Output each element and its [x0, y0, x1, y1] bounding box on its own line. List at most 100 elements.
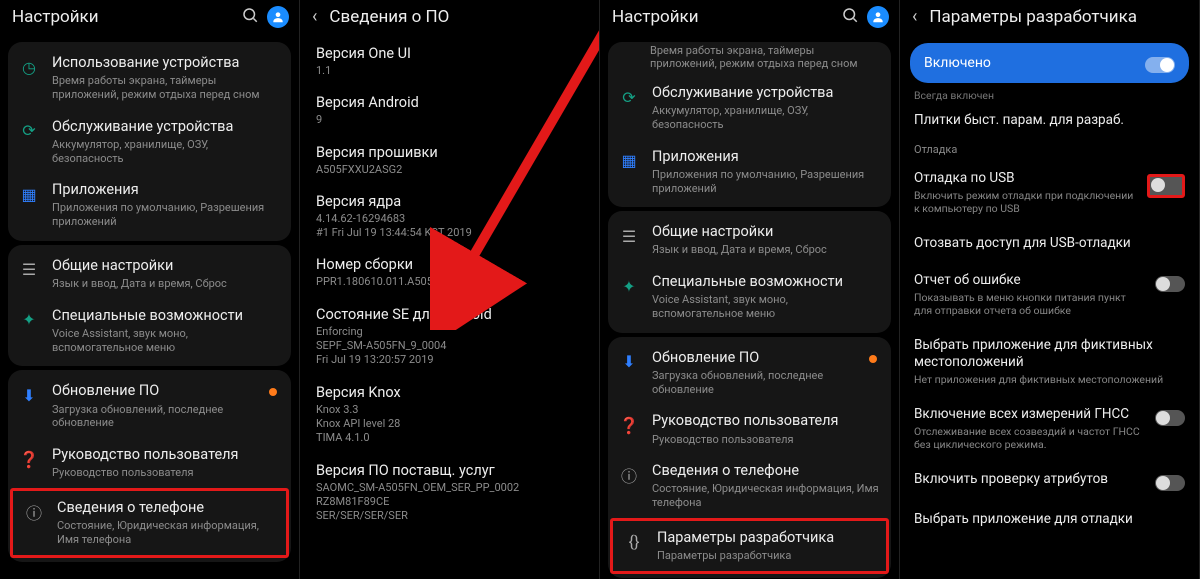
row-user-manual[interactable]: ❓ Руководство пользователя Руководство п…	[8, 438, 291, 488]
panel-settings-1: Настройки ◷ Использование устройства Вре…	[0, 0, 300, 579]
row-title: Специальные возможности	[652, 273, 881, 291]
row-android-version[interactable]: Версия Android 9	[300, 86, 599, 135]
cut-text: Всегда включен	[900, 89, 1199, 102]
row-title: Включить проверку атрибутов	[914, 471, 1145, 488]
row-about-phone[interactable]: ⓘ Сведения о телефоне Состояние, Юридиче…	[608, 454, 891, 518]
row-title: Версия ядра	[316, 193, 583, 210]
row-se-android[interactable]: Состояние SE для Android Enforcing SEPF_…	[300, 298, 599, 376]
section-debug-label: Отладка	[900, 139, 1199, 160]
row-title: Номер сборки	[316, 256, 583, 273]
search-icon[interactable]	[841, 6, 859, 28]
row-sub: Руководство пользователя	[652, 433, 839, 447]
row-usb-debugging[interactable]: Отладка по USB Включить режим отладки пр…	[900, 160, 1199, 225]
row-sub: Руководство пользователя	[52, 466, 239, 480]
row-about-phone[interactable]: ⓘ Сведения о телефоне Состояние, Юридиче…	[10, 488, 289, 558]
row-accessibility[interactable]: ✦ Специальные возможности Voice Assistan…	[8, 299, 291, 363]
row-mock-location-app[interactable]: Выбрать приложение для фиктивных местопо…	[900, 327, 1199, 396]
row-title: Обновление ПО	[52, 382, 281, 400]
row-bug-report[interactable]: Отчет об ошибке Показывать в меню кнопки…	[900, 262, 1199, 327]
row-sub: SAOMC_SM-A505FN_OEM_SER_PP_0002 RZ8M81F8…	[316, 481, 583, 524]
row-title: Сведения о телефоне	[652, 462, 881, 480]
dev-icon: {}	[623, 531, 645, 553]
back-icon[interactable]: ‹	[312, 6, 321, 27]
row-kernel-version[interactable]: Версия ядра 4.14.62-16294683 #1 Fri Jul …	[300, 185, 599, 249]
update-badge-icon	[869, 355, 877, 363]
cut-sub: Время работы экрана, таймеры приложений,…	[608, 44, 891, 76]
row-sub: Приложения по умолчанию, Разрешения прил…	[52, 201, 281, 229]
row-title: Версия прошивки	[316, 144, 583, 161]
row-sub: Загрузка обновлений, последнее обновлени…	[652, 369, 881, 397]
row-general[interactable]: ☰ Общие настройки Язык и ввод, Дата и вр…	[8, 249, 291, 299]
profile-avatar[interactable]	[867, 6, 889, 28]
row-developer-enabled[interactable]: Включено	[910, 43, 1189, 83]
row-title: Состояние SE для Android	[316, 306, 583, 323]
page-title: Настройки	[12, 7, 233, 27]
row-sub: Состояние, Юридическая информация, Имя т…	[652, 482, 881, 510]
row-accessibility[interactable]: ✦ Специальные возможности Voice Assistan…	[608, 265, 891, 329]
row-title: Общие настройки	[52, 257, 227, 275]
row-sub: Нет приложения для фиктивных местоположе…	[914, 373, 1185, 386]
row-title: Отозвать доступ для USB-отладки	[914, 235, 1185, 252]
book-icon: ❓	[618, 414, 640, 436]
row-sp-version[interactable]: Версия ПО поставщ. услуг SAOMC_SM-A505FN…	[300, 454, 599, 532]
row-title: Специальные возможности	[52, 307, 281, 325]
row-quick-tiles[interactable]: Плитки быст. парам. для разраб.	[900, 102, 1199, 139]
panel-developer-options: ‹ Параметры разработчика Включено Всегда…	[900, 0, 1200, 579]
row-sub: Включить режим отладки при подключении к…	[914, 189, 1137, 215]
row-sub: A505FXXU2ASG2	[316, 163, 583, 177]
apps-icon: ▦	[618, 150, 640, 172]
row-sub: Приложения по умолчанию, Разрешения прил…	[652, 168, 881, 196]
row-build-number[interactable]: Номер сборки PPR1.180610.011.A505FNPUU2A…	[300, 248, 599, 297]
row-sub: Voice Assistant, звук моно, вспомогатель…	[652, 293, 881, 321]
row-sub: Enforcing SEPF_SM-A505FN_9_0004 Fri Jul …	[316, 325, 583, 368]
toggle-gnss[interactable]	[1155, 410, 1185, 426]
row-sub: 9	[316, 113, 583, 127]
row-sub: Язык и ввод, Дата и время, Сброс	[52, 277, 227, 291]
row-gnss-measurements[interactable]: Включение всех измерений ГНСС Отслеживан…	[900, 396, 1199, 461]
toggle-developer-enabled[interactable]	[1145, 57, 1175, 73]
row-developer-options[interactable]: {} Параметры разработчика Параметры разр…	[610, 518, 889, 574]
row-title: Обновление ПО	[652, 349, 881, 367]
header: ‹ Сведения о ПО	[300, 0, 599, 37]
enabled-label: Включено	[924, 55, 1145, 71]
row-sub: Загрузка обновлений, последнее обновлени…	[52, 403, 281, 431]
row-title: Версия Knox	[316, 384, 583, 401]
row-device-care[interactable]: ⟳ Обслуживание устройства Аккумулятор, х…	[8, 110, 291, 174]
row-device-care[interactable]: ⟳ Обслуживание устройства Аккумулятор, х…	[608, 76, 891, 140]
clock-icon: ◷	[18, 56, 40, 78]
row-knox-version[interactable]: Версия Knox Knox 3.3 Knox API level 28 T…	[300, 376, 599, 454]
toggle-usb-debugging[interactable]	[1147, 174, 1185, 198]
toggle-attribute-check[interactable]	[1155, 475, 1185, 491]
row-revoke-usb[interactable]: Отозвать доступ для USB-отладки	[900, 225, 1199, 262]
header: ‹ Параметры разработчика	[900, 0, 1199, 37]
profile-avatar[interactable]	[267, 6, 289, 28]
row-software-update[interactable]: ⬇ Обновление ПО Загрузка обновлений, пос…	[8, 374, 291, 438]
row-title: Плитки быст. парам. для разраб.	[914, 112, 1185, 129]
row-sub: Параметры разработчика	[657, 549, 834, 563]
row-general[interactable]: ☰ Общие настройки Язык и ввод, Дата и вр…	[608, 215, 891, 265]
header: Настройки	[600, 0, 899, 38]
row-attribute-check[interactable]: Включить проверку атрибутов	[900, 461, 1199, 501]
row-sub: Voice Assistant, звук моно, вспомогатель…	[52, 327, 281, 355]
row-software-update[interactable]: ⬇ Обновление ПО Загрузка обновлений, пос…	[608, 341, 891, 405]
row-apps[interactable]: ▦ Приложения Приложения по умолчанию, Ра…	[8, 173, 291, 237]
back-icon[interactable]: ‹	[912, 6, 921, 27]
row-sub: 4.14.62-16294683 #1 Fri Jul 19 13:44:54 …	[316, 212, 583, 241]
row-title: Сведения о телефоне	[57, 499, 276, 517]
row-apps[interactable]: ▦ Приложения Приложения по умолчанию, Ра…	[608, 140, 891, 204]
search-icon[interactable]	[241, 6, 259, 28]
row-firmware-version[interactable]: Версия прошивки A505FXXU2ASG2	[300, 136, 599, 185]
row-title: Версия Android	[316, 94, 583, 111]
row-user-manual[interactable]: ❓ Руководство пользователя Руководство п…	[608, 404, 891, 454]
page-title: Параметры разработчика	[929, 7, 1189, 27]
row-debug-app[interactable]: Выбрать приложение для отладки	[900, 501, 1199, 538]
row-device-usage[interactable]: ◷ Использование устройства Время работы …	[8, 46, 291, 110]
update-icon: ⬇	[618, 351, 640, 373]
row-one-ui-version[interactable]: Версия One UI 1.1	[300, 37, 599, 86]
access-icon: ✦	[18, 309, 40, 331]
care-icon: ⟳	[618, 86, 640, 108]
page-title: Настройки	[612, 7, 833, 27]
row-title: Отчет об ошибке	[914, 272, 1145, 289]
toggle-bug-report[interactable]	[1155, 276, 1185, 292]
panel-settings-2: Настройки Время работы экрана, таймеры п…	[600, 0, 900, 579]
